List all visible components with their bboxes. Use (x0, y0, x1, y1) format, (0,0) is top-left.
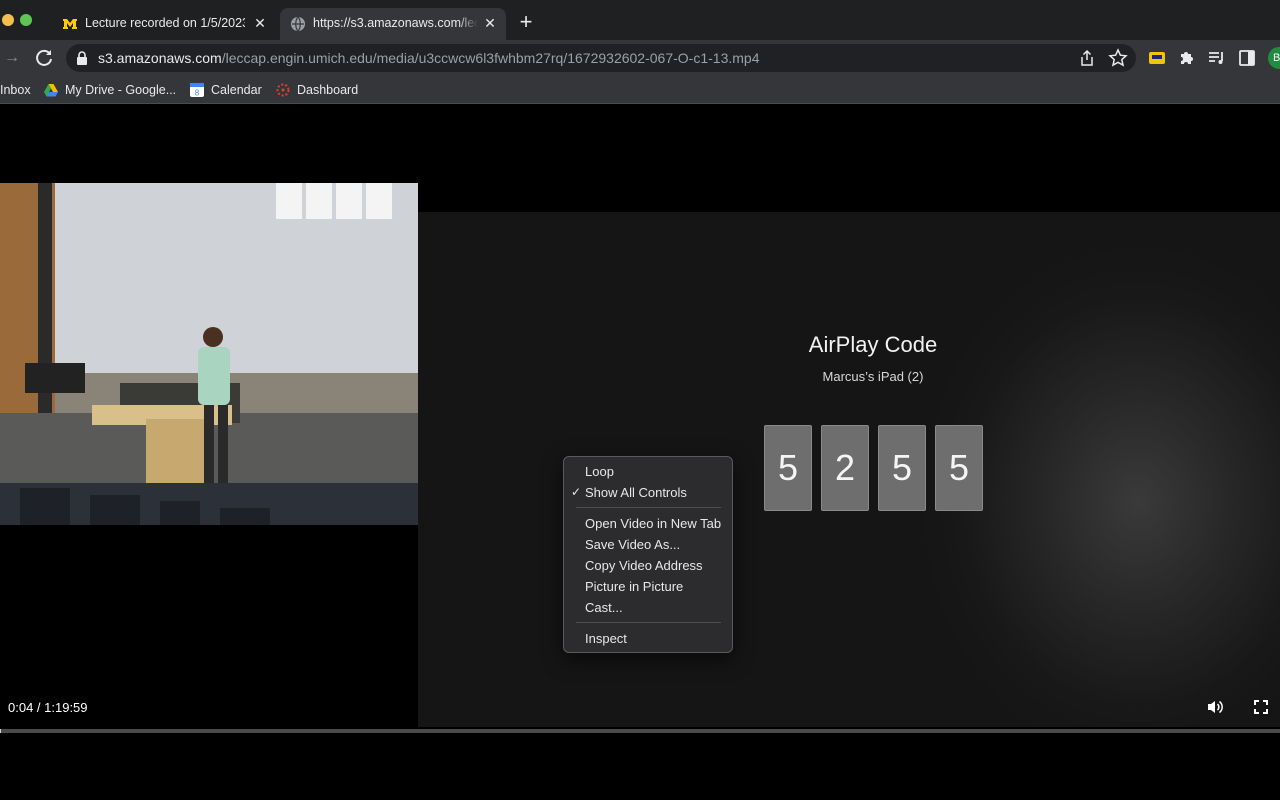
close-icon[interactable]: ✕ (252, 15, 268, 31)
forward-button[interactable]: → (0, 46, 24, 70)
menu-item-label: Cast... (585, 600, 623, 615)
tab-title: https://s3.amazonaws.com/lecc (313, 16, 478, 30)
menu-item-save-video[interactable]: Save Video As... (564, 534, 732, 555)
tab-lecture[interactable]: Lecture recorded on 1/5/2023 ✕ (52, 8, 276, 40)
menu-item-show-all-controls[interactable]: ✓ Show All Controls (564, 482, 732, 503)
video-player[interactable]: AirPlay Code Marcus’s iPad (2) 5 2 5 5 0… (0, 105, 1280, 800)
google-drive-icon (43, 82, 59, 98)
video-context-menu: Loop ✓ Show All Controls Open Video in Ne… (563, 456, 733, 653)
menu-item-label: Open Video in New Tab (585, 516, 722, 531)
new-tab-button[interactable]: + (516, 11, 536, 33)
globe-icon (290, 16, 306, 32)
bookmark-my-drive[interactable]: My Drive - Google... (43, 80, 183, 100)
bookmark-label: Calendar (211, 83, 262, 97)
menu-item-label: Loop (585, 464, 614, 479)
close-icon[interactable]: ✕ (482, 15, 498, 31)
calendar-icon: 8 (189, 82, 205, 98)
menu-item-loop[interactable]: Loop (564, 461, 732, 482)
menu-separator (576, 622, 721, 623)
umich-m-icon (62, 16, 78, 32)
canvas-icon (275, 82, 291, 98)
url-host: s3.amazonaws.com (98, 50, 222, 66)
progress-fill (0, 729, 2, 733)
menu-item-label: Save Video As... (585, 537, 681, 552)
lock-icon[interactable] (76, 51, 88, 65)
extension-card-icon[interactable] (1147, 48, 1167, 68)
progress-bar[interactable] (0, 729, 1280, 733)
airplay-panel: AirPlay Code Marcus’s iPad (2) 5 2 5 5 (418, 212, 1280, 727)
lecture-video-frame (0, 183, 418, 525)
zoom-window-button[interactable] (20, 14, 32, 26)
toolbar: → s3.amazonaws.com/leccap.engin.umich.ed… (0, 40, 1280, 76)
fullscreen-icon[interactable] (1253, 699, 1269, 715)
share-icon[interactable] (1078, 49, 1096, 67)
menu-item-copy-video-address[interactable]: Copy Video Address (564, 555, 732, 576)
tab-title: Lecture recorded on 1/5/2023 (85, 16, 245, 30)
menu-item-label: Picture in Picture (585, 579, 684, 594)
reload-icon (36, 49, 52, 66)
airplay-code-digit: 5 (764, 425, 812, 511)
checkmark-icon: ✓ (571, 485, 582, 499)
airplay-code-digit: 5 (878, 425, 926, 511)
url-text[interactable]: s3.amazonaws.com/leccap.engin.umich.edu/… (98, 50, 759, 66)
tab-video[interactable]: https://s3.amazonaws.com/lecc ✕ (280, 8, 506, 40)
menu-separator (576, 507, 721, 508)
menu-item-label: Inspect (585, 631, 627, 646)
menu-item-cast[interactable]: Cast... (564, 597, 732, 618)
address-bar[interactable]: s3.amazonaws.com/leccap.engin.umich.edu/… (66, 44, 1136, 72)
menu-item-picture-in-picture[interactable]: Picture in Picture (564, 576, 732, 597)
bookmark-star-icon[interactable] (1108, 48, 1128, 68)
reload-button[interactable] (32, 46, 56, 70)
svg-text:8: 8 (195, 89, 200, 98)
volume-icon[interactable] (1206, 698, 1224, 716)
menu-item-label: Copy Video Address (585, 558, 703, 573)
bookmark-dashboard[interactable]: Dashboard (275, 80, 365, 100)
bookmark-label: Inbox (0, 83, 31, 97)
menu-item-open-video-new-tab[interactable]: Open Video in New Tab (564, 513, 732, 534)
bookmark-label: My Drive - Google... (65, 83, 177, 97)
side-panel-icon[interactable] (1237, 48, 1257, 68)
bookmarks-bar: Inbox My Drive - Google... 8 Calendar Da… (0, 76, 1280, 104)
extensions-puzzle-icon[interactable] (1177, 48, 1197, 68)
menu-item-inspect[interactable]: Inspect (564, 628, 732, 649)
bookmark-label: Dashboard (297, 83, 359, 97)
airplay-device-name: Marcus’s iPad (2) (822, 369, 924, 384)
menu-item-label: Show All Controls (585, 485, 687, 500)
airplay-code-digit: 2 (821, 425, 869, 511)
airplay-code-digit: 5 (935, 425, 983, 511)
tab-strip: Lecture recorded on 1/5/2023 ✕ https://s… (0, 0, 1280, 40)
media-controls-icon[interactable] (1207, 48, 1227, 68)
url-path: /leccap.engin.umich.edu/media/u3ccwcw6l3… (221, 50, 760, 66)
minimize-window-button[interactable] (2, 14, 14, 26)
bookmark-calendar[interactable]: 8 Calendar (189, 80, 269, 100)
profile-avatar[interactable]: B (1268, 47, 1280, 69)
airplay-title: AirPlay Code (808, 332, 938, 357)
time-display: 0:04 / 1:19:59 (8, 700, 88, 715)
